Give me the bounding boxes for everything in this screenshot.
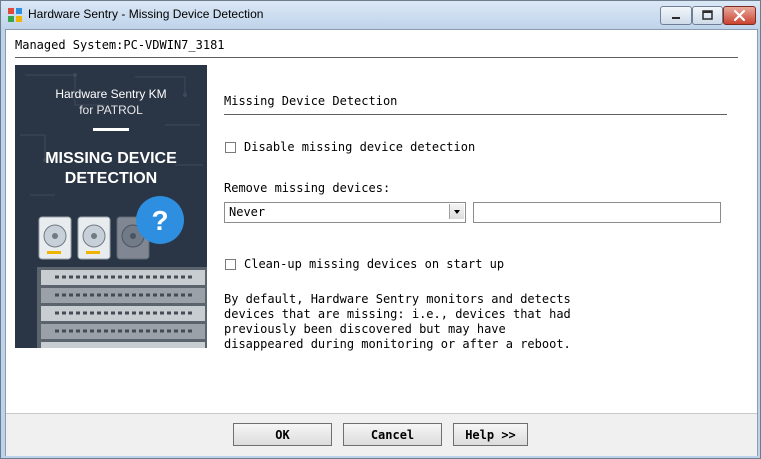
hard-drive-icon — [77, 216, 111, 260]
minimize-button[interactable] — [660, 6, 692, 25]
cancel-button[interactable]: Cancel — [343, 423, 442, 446]
close-icon — [733, 9, 746, 22]
button-bar: OK Cancel Help >> — [6, 413, 757, 456]
app-icon — [8, 8, 22, 22]
description-line: disappeared during monitoring or after a… — [224, 337, 571, 351]
remove-devices-input[interactable] — [473, 202, 721, 223]
cleanup-on-startup-label[interactable]: Clean-up missing devices on start up — [244, 257, 504, 271]
hard-drive-icon — [38, 216, 72, 260]
dialog-window: Hardware Sentry - Missing Device Detecti… — [0, 0, 761, 459]
question-badge-icon: ? — [136, 196, 184, 244]
title-bar[interactable]: Hardware Sentry - Missing Device Detecti… — [1, 1, 760, 29]
device-illustration: ? — [37, 196, 207, 348]
remove-devices-dropdown[interactable]: Never — [224, 202, 466, 223]
cleanup-on-startup-checkbox[interactable] — [225, 259, 236, 270]
server-rack-icon — [37, 267, 207, 348]
close-button[interactable] — [723, 6, 756, 25]
disable-detection-checkbox[interactable] — [225, 142, 236, 153]
minimize-icon — [672, 17, 680, 19]
ok-button[interactable]: OK — [233, 423, 332, 446]
help-button[interactable]: Help >> — [453, 423, 528, 446]
header-divider — [15, 57, 738, 58]
description-text: By default, Hardware Sentry monitors and… — [224, 292, 624, 352]
dropdown-button[interactable] — [449, 204, 464, 219]
chevron-down-icon — [454, 210, 460, 214]
description-line: previously been discovered but may have — [224, 322, 506, 336]
managed-system-label: Managed System:PC-VDWIN7_3181 — [15, 38, 225, 52]
description-line: By default, Hardware Sentry monitors and… — [224, 292, 571, 306]
remove-devices-value: Never — [229, 205, 266, 219]
dialog-content: Managed System:PC-VDWIN7_3181 Hardware S… — [5, 29, 758, 456]
promo-image: Hardware Sentry KM for PATROL MISSING DE… — [15, 65, 207, 348]
section-title: Missing Device Detection — [224, 94, 398, 108]
window-title: Hardware Sentry - Missing Device Detecti… — [28, 7, 264, 21]
remove-devices-label: Remove missing devices: — [224, 181, 391, 195]
section-divider — [224, 114, 727, 115]
disable-detection-label[interactable]: Disable missing device detection — [244, 140, 475, 154]
maximize-button[interactable] — [692, 6, 723, 25]
description-line: devices that are missing: i.e., devices … — [224, 307, 571, 321]
svg-text:?: ? — [151, 205, 168, 236]
maximize-icon — [702, 10, 713, 20]
